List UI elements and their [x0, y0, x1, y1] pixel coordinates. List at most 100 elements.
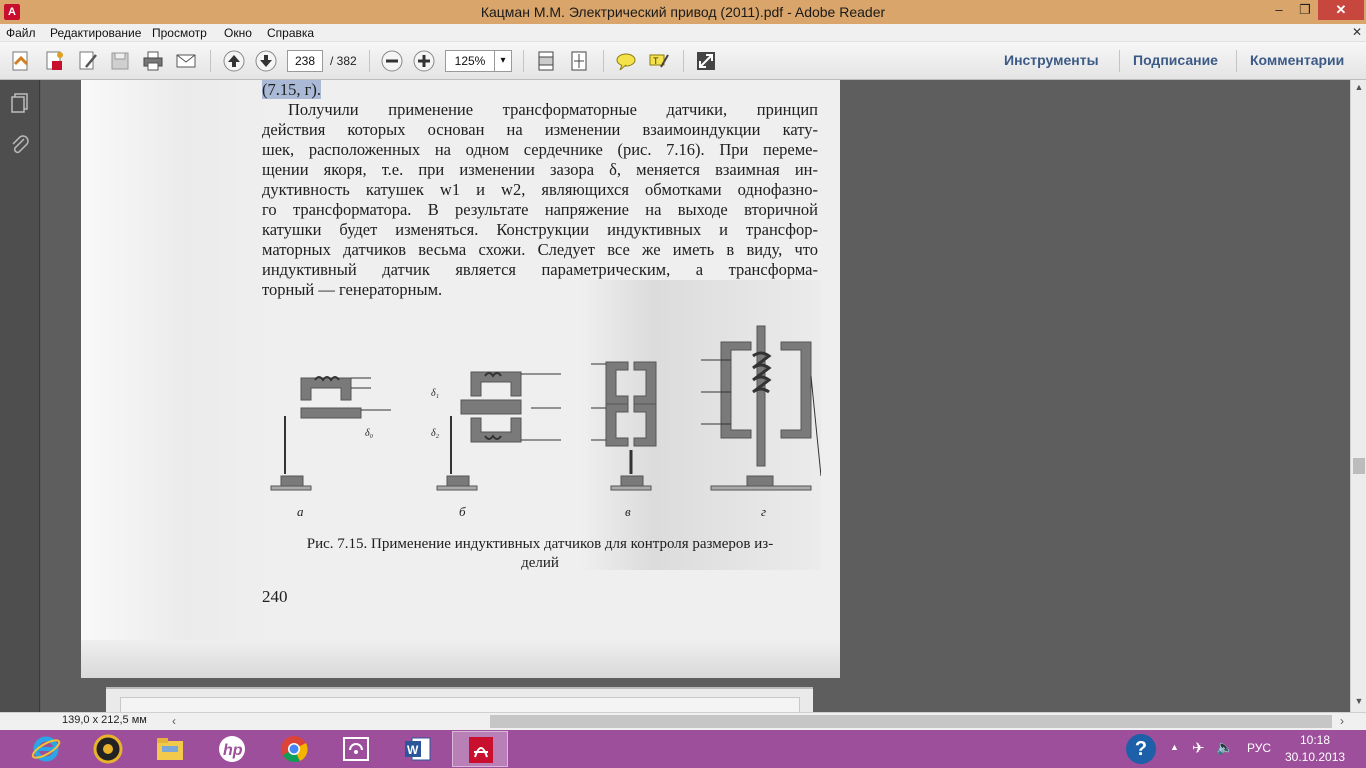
menu-help[interactable]: Справка — [267, 26, 314, 40]
internet-explorer-taskbar-button[interactable] — [18, 731, 74, 767]
tools-panel-link[interactable]: Инструменты — [1004, 52, 1099, 68]
convert-icon[interactable] — [42, 49, 66, 73]
prev-page-icon[interactable] — [222, 49, 246, 73]
menu-file[interactable]: Файл — [6, 26, 36, 40]
media-player-icon — [93, 734, 123, 764]
toolbar-separator — [603, 50, 604, 72]
comment-panel-link[interactable]: Комментарии — [1250, 52, 1344, 68]
svg-text:T: T — [653, 56, 659, 66]
total-pages-label: / 382 — [330, 54, 357, 68]
next-page-frame — [120, 697, 800, 712]
hp-icon: hp — [219, 736, 245, 762]
create-pdf-icon[interactable] — [9, 49, 33, 73]
sensor-d-diagram — [701, 325, 821, 491]
scroll-down-arrow[interactable]: ▼ — [1351, 696, 1366, 706]
horizontal-scroll-thumb[interactable] — [490, 715, 1332, 728]
sign-panel-link[interactable]: Подписание — [1133, 52, 1218, 68]
remote-app-taskbar-button[interactable] — [328, 731, 384, 767]
next-pdf-page — [106, 687, 813, 712]
scroll-right-arrow[interactable]: › — [1340, 714, 1344, 728]
page-bottom-shadow — [81, 640, 840, 678]
page-number: 240 — [262, 587, 288, 606]
highlight-icon[interactable]: T — [647, 49, 671, 73]
figure-label: б — [459, 504, 466, 519]
menu-view[interactable]: Просмотр — [152, 26, 207, 40]
file-explorer-taskbar-button[interactable] — [142, 731, 198, 767]
airplane-mode-icon[interactable]: ✈ — [1192, 739, 1205, 757]
remote-app-icon — [343, 737, 369, 761]
navigation-pane — [0, 80, 40, 712]
volume-icon[interactable]: 🔈 — [1216, 739, 1233, 756]
adobe-reader-window: A Кацман М.М. Электрический привод (2011… — [0, 0, 1366, 730]
vertical-scrollbar[interactable]: ▲ ▼ — [1350, 80, 1366, 712]
toolbar-separator — [369, 50, 370, 72]
fit-width-icon[interactable] — [534, 49, 558, 73]
adobe-reader-taskbar-button[interactable] — [452, 731, 508, 767]
scroll-up-arrow[interactable]: ▲ — [1351, 82, 1366, 92]
clock-time[interactable]: 10:18 — [1300, 733, 1330, 747]
toolbar-separator — [523, 50, 524, 72]
minimize-button[interactable]: – — [1266, 0, 1292, 20]
toolbar-separator — [210, 50, 211, 72]
current-page-input[interactable]: 238 — [287, 50, 323, 72]
caption-line: делий — [521, 555, 559, 571]
zoom-out-icon[interactable] — [380, 49, 404, 73]
title-bar: A Кацман М.М. Электрический привод (2011… — [0, 0, 1366, 24]
word-taskbar-button[interactable]: W — [390, 731, 446, 767]
zoom-in-icon[interactable] — [412, 49, 436, 73]
chrome-taskbar-button[interactable] — [266, 731, 322, 767]
toolbar-separator — [1119, 50, 1120, 72]
body-text: (7.15, г). Получили применение трансформ… — [262, 80, 818, 300]
text-line: дуктивность катушек w1 и w2, являющихся … — [262, 180, 818, 199]
zoom-dropdown-caret[interactable]: ▾ — [494, 50, 512, 72]
fullscreen-icon[interactable] — [694, 49, 718, 73]
chrome-icon — [281, 736, 308, 763]
maximize-button[interactable]: ❐ — [1292, 0, 1318, 20]
print-icon[interactable] — [141, 49, 165, 73]
media-player-taskbar-button[interactable] — [80, 731, 136, 767]
close-document-button[interactable]: ✕ — [1352, 25, 1362, 39]
attachments-icon[interactable] — [9, 134, 31, 156]
adobe-reader-taskbar-icon — [469, 737, 493, 763]
text-line: шек, расположенных на одном сердечнике (… — [262, 140, 818, 159]
svg-text:hp: hp — [223, 742, 243, 759]
pages-icon[interactable] — [9, 92, 31, 114]
clock-date[interactable]: 30.10.2013 — [1285, 750, 1345, 764]
menu-window[interactable]: Окно — [224, 26, 252, 40]
text-line: действия которых основан на изменении вз… — [262, 120, 818, 139]
fit-page-icon[interactable] — [567, 49, 591, 73]
save-icon[interactable] — [108, 49, 132, 73]
edit-icon[interactable] — [76, 49, 100, 73]
text-line: Получили применение трансформаторные дат… — [288, 100, 818, 119]
text-line: торный — генераторным. — [262, 280, 443, 299]
figure-label: а — [297, 504, 304, 519]
pdf-page: (7.15, г). Получили применение трансформ… — [81, 80, 840, 678]
toolbar: 238 / 382 125% ▾ T Инструменты Подписани… — [0, 42, 1366, 80]
figure-caption: Рис. 7.15. Применение индуктивных датчик… — [262, 535, 818, 573]
hp-taskbar-button[interactable]: hp — [204, 731, 260, 767]
text-line: щении якоря, т.е. при изменении зазора δ… — [262, 160, 818, 179]
gap-label: δ₁ — [431, 388, 439, 399]
menu-edit[interactable]: Редактирование — [50, 26, 141, 40]
toolbar-separator — [683, 50, 684, 72]
taskbar: hp W ? ▲ ✈ 🔈 РУС 10:18 30.10.2013 — [0, 730, 1366, 768]
zoom-level-input[interactable]: 125% — [445, 50, 495, 72]
scroll-left-arrow[interactable]: ‹ — [172, 714, 176, 728]
close-button[interactable]: ✕ — [1318, 0, 1364, 20]
email-icon[interactable] — [174, 49, 198, 73]
scroll-thumb[interactable] — [1353, 458, 1365, 474]
text-line: (7.15, г). — [262, 80, 818, 100]
language-indicator[interactable]: РУС — [1247, 741, 1271, 755]
text-line: го трансформатора. В результате напряжен… — [262, 200, 818, 219]
help-icon[interactable]: ? — [1126, 734, 1156, 764]
document-viewer[interactable]: (7.15, г). Получили применение трансформ… — [41, 80, 1350, 712]
status-bar: 139,0 x 212,5 мм ‹ › — [0, 712, 1366, 730]
svg-text:W: W — [407, 743, 419, 757]
next-page-icon[interactable] — [254, 49, 278, 73]
page-scan-fade — [81, 80, 271, 678]
figure-label: г — [761, 504, 766, 519]
highlighted-reference: (7.15, г). — [262, 80, 322, 99]
comment-icon[interactable] — [614, 49, 638, 73]
show-hidden-icons-arrow[interactable]: ▲ — [1170, 742, 1179, 752]
text-line: индуктивный датчик является параметричес… — [262, 260, 818, 279]
